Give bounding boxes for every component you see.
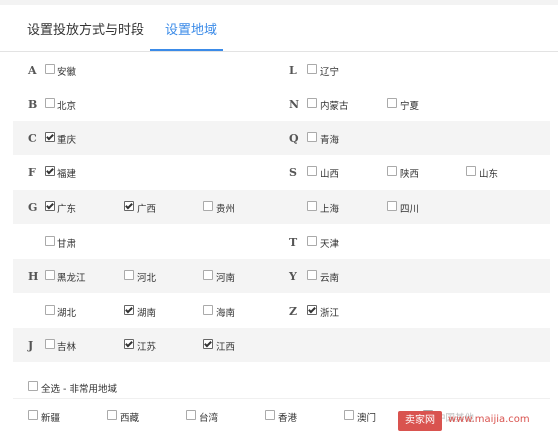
letter-group-c: C: [28, 132, 37, 145]
region-checkbox[interactable]: [45, 64, 55, 74]
region-label: 浙江: [320, 308, 340, 319]
region-label: 江苏: [137, 342, 157, 353]
letter-group-g: G: [28, 201, 38, 214]
letter-group-j: J: [28, 339, 34, 352]
region-checkbox[interactable]: [307, 98, 317, 108]
region-checkbox[interactable]: [45, 339, 55, 349]
region-checkbox[interactable]: [45, 132, 55, 142]
watermark-logo: 卖家网: [398, 411, 442, 431]
region-label: 贵州: [216, 204, 236, 215]
letter-group-z: Z: [289, 305, 298, 318]
region-checkbox[interactable]: [307, 305, 317, 315]
uncommon-region-checkbox[interactable]: [186, 410, 196, 420]
region-label: 吉林: [57, 342, 77, 353]
region-label: 陕西: [400, 169, 420, 180]
region-checkbox[interactable]: [307, 236, 317, 246]
tab-bar: 设置投放方式与时段 设置地域: [0, 5, 558, 52]
region-checkbox[interactable]: [387, 201, 397, 211]
uncommon-region-checkbox[interactable]: [107, 410, 117, 420]
letter-group-f: F: [28, 166, 36, 179]
letter-group-n: N: [289, 98, 300, 111]
region-label: 宁夏: [400, 101, 420, 112]
select-all-uncommon-checkbox[interactable]: [28, 381, 38, 391]
region-label: 黑龙江: [57, 273, 86, 284]
region-checkbox[interactable]: [203, 270, 213, 280]
region-label: 河北: [137, 273, 157, 284]
region-label: 甘肃: [57, 239, 77, 250]
region-checkbox[interactable]: [307, 166, 317, 176]
letter-group-s: S: [289, 166, 297, 179]
region-checkbox[interactable]: [387, 98, 397, 108]
watermark-url: www.maijia.com: [448, 414, 530, 425]
region-label: 天津: [320, 239, 340, 250]
region-checkbox[interactable]: [124, 201, 134, 211]
region-label: 云南: [320, 273, 340, 284]
region-checkbox[interactable]: [307, 270, 317, 280]
region-checkbox[interactable]: [45, 201, 55, 211]
region-label: 江西: [216, 342, 236, 353]
region-label: 广西: [137, 204, 157, 215]
select-all-uncommon-label: 全选 - 非常用地域: [41, 384, 117, 395]
region-checkbox[interactable]: [45, 305, 55, 315]
region-checkbox[interactable]: [307, 132, 317, 142]
region-checkbox[interactable]: [45, 270, 55, 280]
region-label: 青海: [320, 135, 340, 146]
letter-group-b: B: [28, 98, 38, 111]
uncommon-region-checkbox[interactable]: [28, 410, 38, 420]
letter-group-h: H: [28, 270, 39, 283]
region-label: 北京: [57, 101, 77, 112]
letter-group-y: Y: [289, 270, 297, 283]
region-label: 河南: [216, 273, 236, 284]
region-label: 湖南: [137, 308, 157, 319]
region-checkbox[interactable]: [45, 236, 55, 246]
region-label: 重庆: [57, 135, 77, 146]
letter-group-l: L: [289, 64, 297, 77]
row-background: [13, 190, 550, 224]
letter-group-q: Q: [289, 132, 299, 145]
uncommon-region-label: 香港: [278, 413, 298, 424]
region-label: 安徽: [57, 67, 77, 78]
tab-delivery-schedule[interactable]: 设置投放方式与时段: [27, 19, 144, 38]
uncommon-region-label: 新疆: [41, 413, 61, 424]
uncommon-region-label: 台湾: [199, 413, 219, 424]
watermark: 卖家网 www.maijia.com: [398, 408, 558, 434]
uncommon-region-label: 西藏: [120, 413, 140, 424]
region-checkbox[interactable]: [124, 339, 134, 349]
region-checkbox[interactable]: [45, 166, 55, 176]
region-checkbox[interactable]: [45, 98, 55, 108]
region-label: 内蒙古: [320, 101, 349, 112]
row-background: [13, 121, 550, 155]
uncommon-region-label: 澳门: [357, 413, 377, 424]
row-background: [13, 328, 550, 362]
region-label: 海南: [216, 308, 236, 319]
region-checkbox[interactable]: [124, 305, 134, 315]
active-tab-indicator: [150, 49, 223, 51]
region-label: 四川: [400, 204, 420, 215]
region-label: 辽宁: [320, 67, 340, 78]
letter-group-a: A: [28, 64, 37, 77]
region-checkbox[interactable]: [307, 64, 317, 74]
region-checkbox[interactable]: [307, 201, 317, 211]
region-label: 上海: [320, 204, 340, 215]
region-label: 福建: [57, 169, 77, 180]
divider: [13, 398, 550, 399]
region-label: 广东: [57, 204, 77, 215]
region-label: 山东: [479, 169, 499, 180]
uncommon-region-checkbox[interactable]: [265, 410, 275, 420]
region-checkbox[interactable]: [387, 166, 397, 176]
uncommon-region-checkbox[interactable]: [344, 410, 354, 420]
region-label: 湖北: [57, 308, 77, 319]
region-checkbox[interactable]: [124, 270, 134, 280]
region-label: 山西: [320, 169, 340, 180]
region-checkbox[interactable]: [466, 166, 476, 176]
tab-region[interactable]: 设置地域: [165, 19, 217, 38]
region-checkbox[interactable]: [203, 305, 213, 315]
region-checkbox[interactable]: [203, 201, 213, 211]
region-checkbox[interactable]: [203, 339, 213, 349]
row-background: [13, 259, 550, 293]
letter-group-t: T: [289, 236, 298, 249]
